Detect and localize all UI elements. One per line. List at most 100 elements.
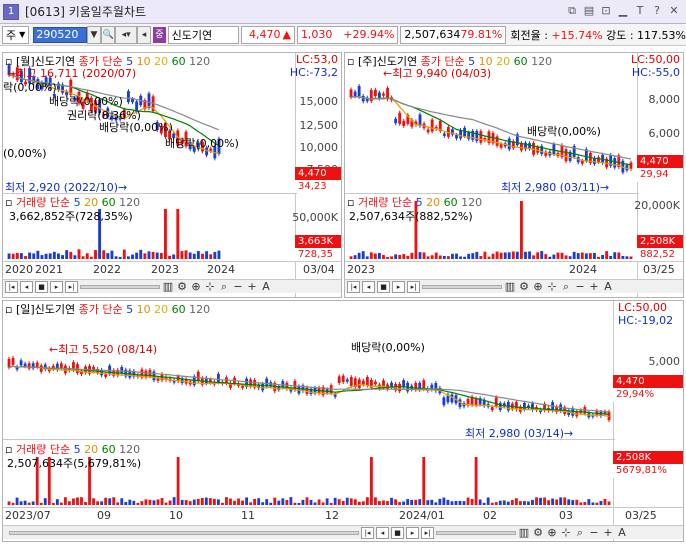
volume-bar xyxy=(57,253,60,259)
volume-bar xyxy=(196,251,200,259)
help-icon[interactable]: ? xyxy=(651,4,663,18)
price-tag: 4,470 xyxy=(295,167,341,181)
weekly-scrollbar[interactable]: |◂ ◂ ■ ▸ ▸| ▥ ⚙ ⊕ ⊹ ⌕ − + A xyxy=(345,279,683,293)
volume-bar xyxy=(458,500,462,505)
volume-bar xyxy=(216,499,220,505)
monthly-scrollbar[interactable]: |◂ ◂ ■ ▸ ▸| ▥ ⚙ ⊕ ⊹ ⌕ − + A xyxy=(3,279,341,293)
pin-icon[interactable]: ⊡ xyxy=(600,4,612,18)
candle xyxy=(27,363,31,369)
volume-bar xyxy=(386,256,389,259)
volume-bar xyxy=(131,254,134,259)
volume-bar xyxy=(471,253,475,259)
volume-bar xyxy=(7,253,11,259)
volume-bar xyxy=(293,502,297,505)
daily-title: [일]신도기연 xyxy=(15,303,76,316)
title-bar: 1 [0613] 키움일주월차트 ⧉ ▤ ⊡ ▁ T ? ✕ xyxy=(0,0,686,24)
volume-bar xyxy=(155,252,159,259)
candle xyxy=(341,375,345,383)
volume-bar xyxy=(629,256,633,259)
volume-bar xyxy=(28,252,32,259)
volume-bar xyxy=(406,499,410,505)
volume-bar xyxy=(455,253,458,259)
hc-label: HC:-73,2 xyxy=(289,66,338,79)
strength-label: 강도 : xyxy=(606,28,634,42)
volume-bar xyxy=(172,497,176,505)
volume-bar xyxy=(196,498,200,505)
volume-bar xyxy=(233,500,236,505)
collapse-icon[interactable]: ▫ xyxy=(347,55,354,68)
code-input[interactable]: 290520 xyxy=(33,26,87,43)
candle xyxy=(398,383,402,392)
link-icon[interactable]: ⧉ xyxy=(566,4,578,18)
volume-bar xyxy=(378,501,381,505)
volume-bar xyxy=(378,252,381,259)
volume-bar xyxy=(418,252,422,259)
volume-bar xyxy=(524,251,527,259)
volume-bar xyxy=(51,502,55,505)
daily-scrollbar[interactable]: |◂ ◂ ■ ▸ ▸| ▥ ⚙ ⊕ ⊹ ⌕ − + A xyxy=(3,525,683,539)
font-icon[interactable]: T xyxy=(634,4,646,18)
volume-bar xyxy=(200,498,204,505)
volume-bar xyxy=(426,500,430,505)
volume-bar xyxy=(454,501,458,505)
vol-value: 3,662,852주(728,35%) xyxy=(9,210,133,223)
volume-bar xyxy=(289,497,293,505)
candle xyxy=(7,358,11,368)
volume-bar xyxy=(192,499,196,505)
volume-bar xyxy=(108,498,112,505)
candle xyxy=(11,357,15,365)
weekly-x-axis: 2023 2024 03/25 xyxy=(345,261,683,277)
volume-bar xyxy=(511,251,515,259)
volume-bar xyxy=(543,497,546,505)
weekly-chart-panel: ▫ [주]신도기연 종가 단순 5 10 20 60 120 ←최고 9,940… xyxy=(344,52,684,298)
minimize-icon[interactable]: ▁ xyxy=(617,4,629,18)
volume-bar xyxy=(229,498,232,505)
volume-bar xyxy=(135,252,139,259)
search-button[interactable]: 🔍 xyxy=(101,25,116,44)
candle xyxy=(442,397,446,406)
volume-bar xyxy=(205,251,209,259)
volume-bar xyxy=(451,253,454,259)
volume-bar xyxy=(515,251,519,259)
candle xyxy=(490,407,494,411)
candle xyxy=(402,120,406,126)
candle xyxy=(564,149,568,162)
sound-button[interactable]: ◂▾ xyxy=(115,25,137,44)
close-icon[interactable]: ✕ xyxy=(668,4,680,18)
volume-bar xyxy=(7,501,11,505)
volume-bar xyxy=(607,501,611,505)
turnover-label: 회전율 : xyxy=(510,28,548,42)
candle xyxy=(196,371,200,381)
volume-bar xyxy=(168,255,171,259)
volume-bar xyxy=(398,502,402,505)
volume-bar xyxy=(104,497,108,505)
prev-button[interactable]: ◂ xyxy=(136,25,152,44)
monthly-x-axis: 2020 2021 2022 2023 2024 03/04 xyxy=(3,261,341,277)
high-annotation: ←최고 9,940 (04/03) xyxy=(383,67,492,80)
collapse-icon[interactable]: ▫ xyxy=(5,303,12,316)
code-dropdown-button[interactable]: ▼ xyxy=(86,25,102,44)
volume-bar xyxy=(168,500,172,505)
volume-bar xyxy=(576,253,580,259)
volume-bar xyxy=(583,502,587,505)
ma20: 20 xyxy=(154,55,169,68)
volume-bar xyxy=(532,255,536,259)
volume-bar xyxy=(126,256,130,259)
monthly-chart-panel: ▫ [월]신도기연 종가 단순 5 10 20 60 120 ←최고 16,71… xyxy=(2,52,342,298)
volume-bar xyxy=(128,499,132,505)
volume-bar xyxy=(15,497,19,505)
volume-bar xyxy=(430,499,434,505)
candle xyxy=(386,88,389,100)
volume-bar xyxy=(474,457,478,505)
market-select[interactable]: 주 ▼ xyxy=(2,25,30,44)
volume-bar xyxy=(31,501,35,505)
volume-bar xyxy=(253,498,257,505)
print-icon[interactable]: ▤ xyxy=(583,4,595,18)
volume-bar xyxy=(434,502,438,505)
candle xyxy=(613,158,617,168)
volume-bar xyxy=(382,254,385,259)
volume-bar xyxy=(176,457,180,505)
volume-bar xyxy=(118,256,122,259)
volume-bar xyxy=(249,502,253,505)
candle xyxy=(261,383,265,391)
